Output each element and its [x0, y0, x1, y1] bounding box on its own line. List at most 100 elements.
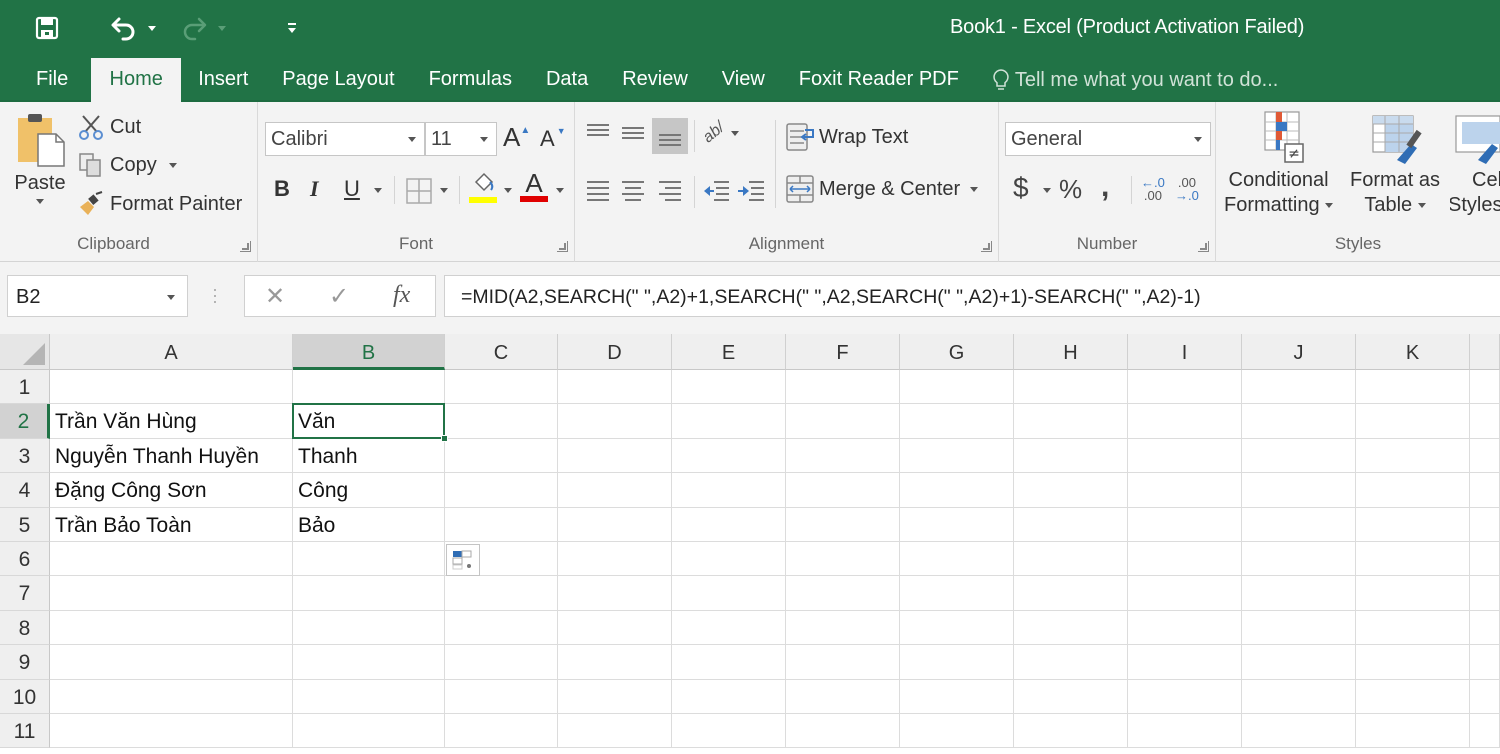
cell-e4[interactable]	[672, 473, 786, 508]
cell-c2[interactable]	[445, 404, 558, 439]
cell-h10[interactable]	[1014, 679, 1128, 714]
fill-color-button[interactable]	[469, 172, 497, 203]
cell-h9[interactable]	[1014, 645, 1128, 680]
cell-k5[interactable]	[1356, 507, 1470, 542]
cell-k8[interactable]	[1356, 610, 1470, 646]
cell-d10[interactable]	[558, 679, 672, 714]
cell-j11[interactable]	[1242, 714, 1356, 749]
top-align-icon[interactable]	[585, 122, 611, 144]
cell-e3[interactable]	[672, 438, 786, 474]
cell-l7[interactable]	[1470, 576, 1500, 611]
cell-f1[interactable]	[786, 370, 900, 405]
cell-k1[interactable]	[1356, 370, 1470, 405]
decrease-decimal-button[interactable]: .00 →.0	[1175, 176, 1199, 202]
tab-file[interactable]: File	[0, 58, 87, 102]
conditional-formatting-button[interactable]: ≠ Conditional Formatting	[1224, 110, 1334, 216]
percent-button[interactable]: %	[1059, 174, 1082, 205]
redo-dropdown[interactable]	[214, 10, 230, 46]
cell-g6[interactable]	[900, 542, 1014, 577]
cell-e2[interactable]	[672, 404, 786, 439]
cell-j10[interactable]	[1242, 679, 1356, 714]
cell-l1[interactable]	[1470, 370, 1500, 405]
row-header-2[interactable]: 2	[0, 404, 50, 439]
cell-h7[interactable]	[1014, 576, 1128, 611]
cell-k11[interactable]	[1356, 714, 1470, 749]
borders-button[interactable]	[406, 178, 432, 204]
cell-k3[interactable]	[1356, 438, 1470, 474]
formula-input[interactable]: =MID(A2,SEARCH(" ",A2)+1,SEARCH(" ",A2,S…	[444, 275, 1500, 317]
cell-d5[interactable]	[558, 507, 672, 542]
cell-b2[interactable]: Văn	[293, 404, 445, 439]
cell-k4[interactable]	[1356, 473, 1470, 508]
cell-g10[interactable]	[900, 679, 1014, 714]
cell-d2[interactable]	[558, 404, 672, 439]
undo-dropdown[interactable]	[144, 10, 160, 46]
cell-j2[interactable]	[1242, 404, 1356, 439]
cell-a4[interactable]: Đặng Công Sơn	[50, 473, 293, 508]
redo-button[interactable]	[174, 10, 214, 46]
row-header-7[interactable]: 7	[0, 576, 50, 611]
cell-h1[interactable]	[1014, 370, 1128, 405]
column-header-c[interactable]: C	[445, 334, 558, 370]
cell-l3[interactable]	[1470, 438, 1500, 474]
row-header-8[interactable]: 8	[0, 610, 50, 646]
cell-i8[interactable]	[1128, 610, 1242, 646]
column-header-b[interactable]: B	[293, 334, 445, 370]
cell-e1[interactable]	[672, 370, 786, 405]
cell-d11[interactable]	[558, 714, 672, 749]
fill-handle[interactable]	[441, 434, 448, 442]
cell-h8[interactable]	[1014, 610, 1128, 646]
cell-l10[interactable]	[1470, 679, 1500, 714]
cell-g9[interactable]	[900, 645, 1014, 680]
cell-j8[interactable]	[1242, 610, 1356, 646]
format-painter-button[interactable]: Format Painter	[78, 191, 242, 217]
font-name-combo[interactable]: Calibri	[265, 122, 425, 156]
row-header-6[interactable]: 6	[0, 542, 50, 577]
cell-f8[interactable]	[786, 610, 900, 646]
bold-button[interactable]: B	[274, 176, 290, 202]
align-right-icon[interactable]	[657, 178, 683, 204]
cell-g4[interactable]	[900, 473, 1014, 508]
column-header-e[interactable]: E	[672, 334, 786, 370]
select-all-button[interactable]	[0, 334, 50, 370]
row-header-4[interactable]: 4	[0, 473, 50, 508]
row-header-3[interactable]: 3	[0, 438, 50, 474]
enter-icon[interactable]: ✓	[329, 282, 349, 311]
merge-center-button[interactable]: Merge & Center	[785, 174, 979, 204]
cell-i11[interactable]	[1128, 714, 1242, 749]
orientation-button[interactable]: ab/	[700, 119, 740, 146]
cell-f2[interactable]	[786, 404, 900, 439]
cell-k6[interactable]	[1356, 542, 1470, 577]
cell-k2[interactable]	[1356, 404, 1470, 439]
font-dialog-launcher[interactable]	[557, 241, 568, 252]
cell-e8[interactable]	[672, 610, 786, 646]
cell-d7[interactable]	[558, 576, 672, 611]
cell-b11[interactable]	[293, 714, 445, 749]
cell-f5[interactable]	[786, 507, 900, 542]
column-header-j[interactable]: J	[1242, 334, 1356, 370]
cell-e7[interactable]	[672, 576, 786, 611]
align-center-icon[interactable]	[620, 178, 646, 204]
middle-align-icon[interactable]	[620, 122, 646, 144]
paste-button[interactable]: Paste	[12, 112, 68, 204]
tab-review[interactable]: Review	[605, 58, 705, 102]
cell-j7[interactable]	[1242, 576, 1356, 611]
cell-i1[interactable]	[1128, 370, 1242, 405]
cell-b5[interactable]: Bảo	[293, 507, 445, 542]
cell-h2[interactable]	[1014, 404, 1128, 439]
cell-c7[interactable]	[445, 576, 558, 611]
cell-h6[interactable]	[1014, 542, 1128, 577]
underline-button[interactable]: U	[344, 176, 360, 202]
undo-button[interactable]	[104, 10, 144, 46]
cell-f10[interactable]	[786, 679, 900, 714]
cell-k10[interactable]	[1356, 679, 1470, 714]
number-format-combo[interactable]: General	[1005, 122, 1211, 156]
cell-styles-button[interactable]: Cell Styles	[1450, 110, 1500, 216]
cell-h3[interactable]	[1014, 438, 1128, 474]
tab-insert[interactable]: Insert	[181, 58, 265, 102]
font-size-combo[interactable]: 11	[425, 122, 497, 156]
increase-decimal-button[interactable]: ←.0 .00	[1141, 176, 1165, 202]
cell-c4[interactable]	[445, 473, 558, 508]
cell-i4[interactable]	[1128, 473, 1242, 508]
cell-a1[interactable]	[50, 370, 293, 405]
